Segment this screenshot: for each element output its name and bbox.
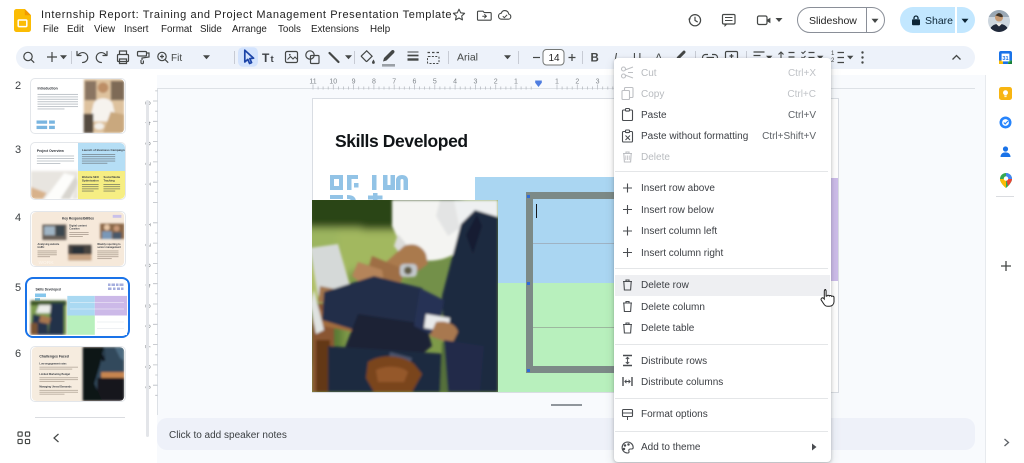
svg-text:Introduction: Introduction (38, 87, 58, 91)
svg-text:9: 9 (352, 79, 356, 86)
svg-text:2: 2 (494, 79, 498, 86)
svg-text:Skills Developed: Skills Developed (35, 287, 60, 291)
svg-text:senior management: senior management (97, 246, 121, 249)
svg-text:4: 4 (453, 79, 457, 86)
svg-text:WORK: WORK (38, 260, 54, 266)
svg-text:Managing Unreal Demands: Managing Unreal Demands (39, 386, 72, 389)
svg-text:6: 6 (413, 79, 417, 86)
svg-text:2: 2 (575, 79, 579, 86)
svg-text:Optimisation: Optimisation (82, 178, 99, 182)
svg-text:7: 7 (392, 79, 396, 86)
svg-text:1: 1 (555, 79, 559, 86)
svg-text:1: 1 (514, 79, 518, 86)
svg-text:Curation: Curation (69, 228, 80, 231)
svg-text:Challenges Faced: Challenges Faced (39, 355, 69, 359)
svg-text:Launch of Business Campaign: Launch of Business Campaign (82, 148, 125, 152)
svg-text:5: 5 (433, 79, 437, 86)
svg-text:3: 3 (473, 79, 477, 86)
svg-text:8: 8 (372, 79, 376, 86)
svg-text:11: 11 (309, 79, 316, 86)
svg-text:3: 3 (596, 79, 600, 86)
svg-text:Key Responsibilities: Key Responsibilities (62, 217, 94, 221)
svg-text:traffic: traffic (38, 246, 46, 249)
svg-text:Low engagement rates: Low engagement rates (39, 362, 67, 365)
svg-text:Project Overview: Project Overview (37, 149, 64, 153)
svg-text:Tracking: Tracking (103, 178, 115, 182)
svg-text:Limited Marketing Budget: Limited Marketing Budget (39, 373, 70, 376)
svg-text:10: 10 (329, 79, 337, 86)
